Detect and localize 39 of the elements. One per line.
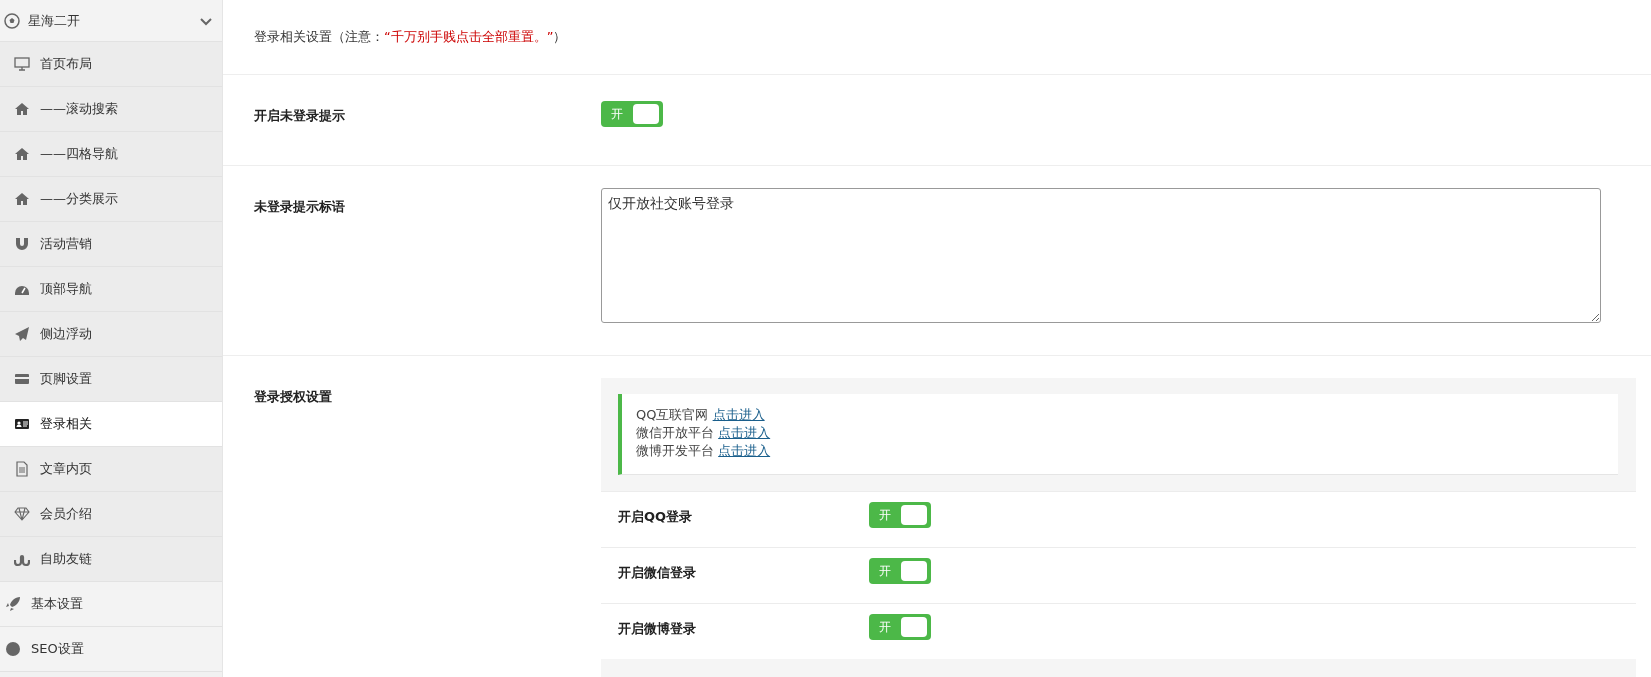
sidebar-item[interactable]: ——滚动搜索 [0,87,222,132]
setting-label: 开启未登录提示 [254,107,346,125]
setting-label: 开启微博登录 [618,620,697,638]
rocket-icon [5,596,21,612]
sidebar-item[interactable]: 活动营销 [0,222,222,267]
diamond-icon [14,506,30,522]
text-area[interactable]: 仅开放社交账号登录 [601,188,1601,323]
section-title: 登录相关设置（注意：“千万别手贱点击全部重置。”） [254,28,567,46]
setting-label: 未登录提示标语 [254,198,346,216]
sidebar-item[interactable]: 文章内页 [0,447,222,492]
setting-label: 开启QQ登录 [618,508,694,526]
setting-label: 开启微信登录 [618,564,697,582]
paper-plane-icon [14,326,30,342]
setting-label: 登录授权设置 [254,388,333,406]
link[interactable]: 点击进入 [718,443,771,458]
document-icon [14,461,30,477]
home-icon [14,191,30,207]
sidebar-item[interactable]: 自助友链 [0,537,222,582]
notice-text: QQ互联官网 [636,407,709,422]
sidebar-item[interactable]: 顶部导航 [0,267,222,312]
sidebar-item[interactable]: 登录相关 [0,402,222,447]
home-icon [14,101,30,117]
card-icon [14,371,30,387]
link[interactable]: 点击进入 [718,425,771,440]
soccer-ball-icon [4,12,20,29]
sidebar-item[interactable]: 侧边浮动 [0,312,222,357]
monitor-icon [14,56,30,72]
notice-text: 微博开发平台 [636,443,714,458]
home-icon [14,146,30,162]
sidebar-item[interactable]: 首页布局 [0,42,222,87]
notice-text: 微信开放平台 [636,425,714,440]
dot-icon [5,641,21,657]
sidebar-item[interactable]: ——四格导航 [0,132,222,177]
sidebar-item[interactable]: 页脚设置 [0,357,222,402]
magnet-icon [14,236,30,252]
link[interactable]: 点击进入 [712,407,765,422]
sidebar-item[interactable]: ——分类展示 [0,177,222,222]
id-card-icon [14,416,30,432]
sidebar-item[interactable]: 会员介绍 [0,492,222,537]
